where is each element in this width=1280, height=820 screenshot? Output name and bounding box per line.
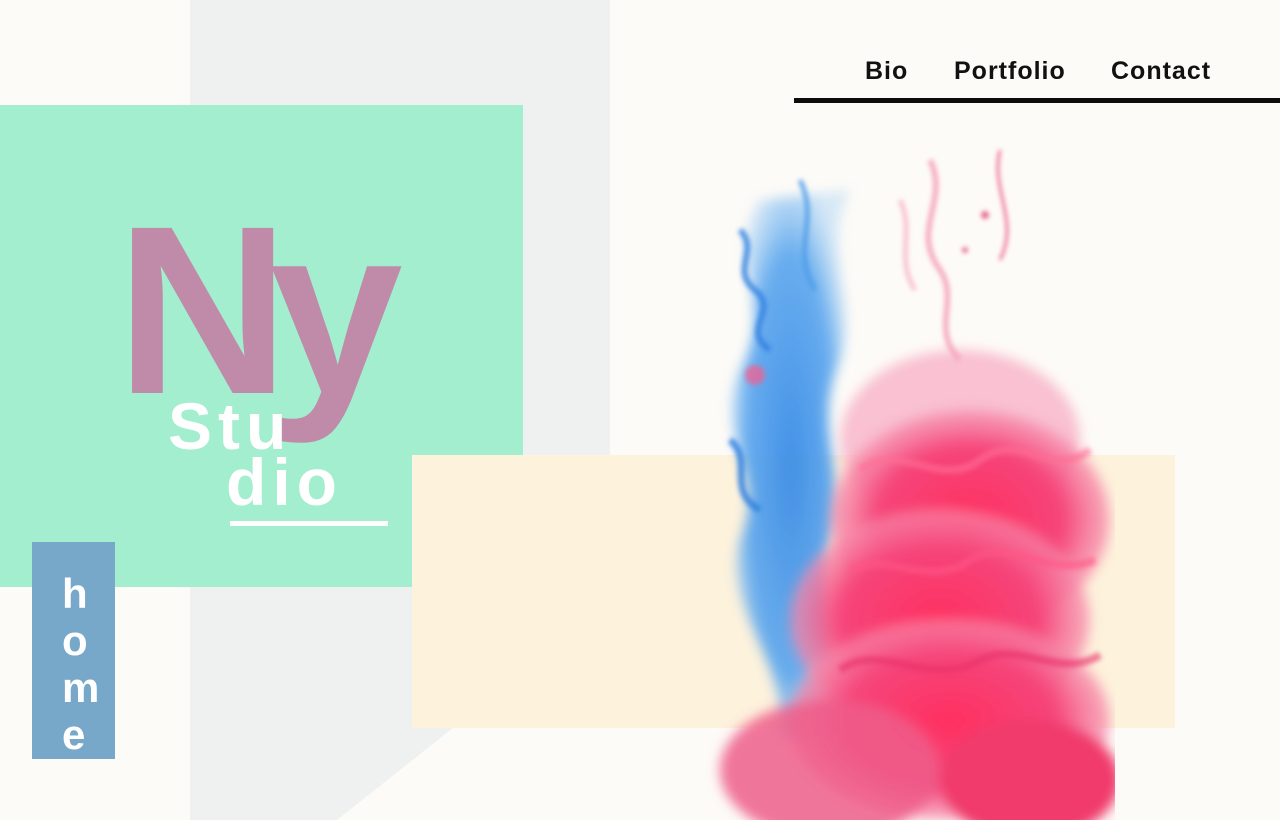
home-tab-button[interactable]: home xyxy=(32,542,115,759)
logo-studio-line-2: dio xyxy=(226,445,343,519)
ink-cloud-image xyxy=(720,149,1115,820)
logo-underline xyxy=(230,521,388,526)
top-navigation: Bio Portfolio Contact xyxy=(794,56,1280,103)
nav-link-portfolio[interactable]: Portfolio xyxy=(954,56,1066,86)
page: Bio Portfolio Contact Ny Stu dio home xyxy=(0,0,1280,820)
nav-link-contact[interactable]: Contact xyxy=(1111,56,1211,86)
nav-link-bio[interactable]: Bio xyxy=(865,56,908,86)
home-tab-label: home xyxy=(62,570,100,758)
